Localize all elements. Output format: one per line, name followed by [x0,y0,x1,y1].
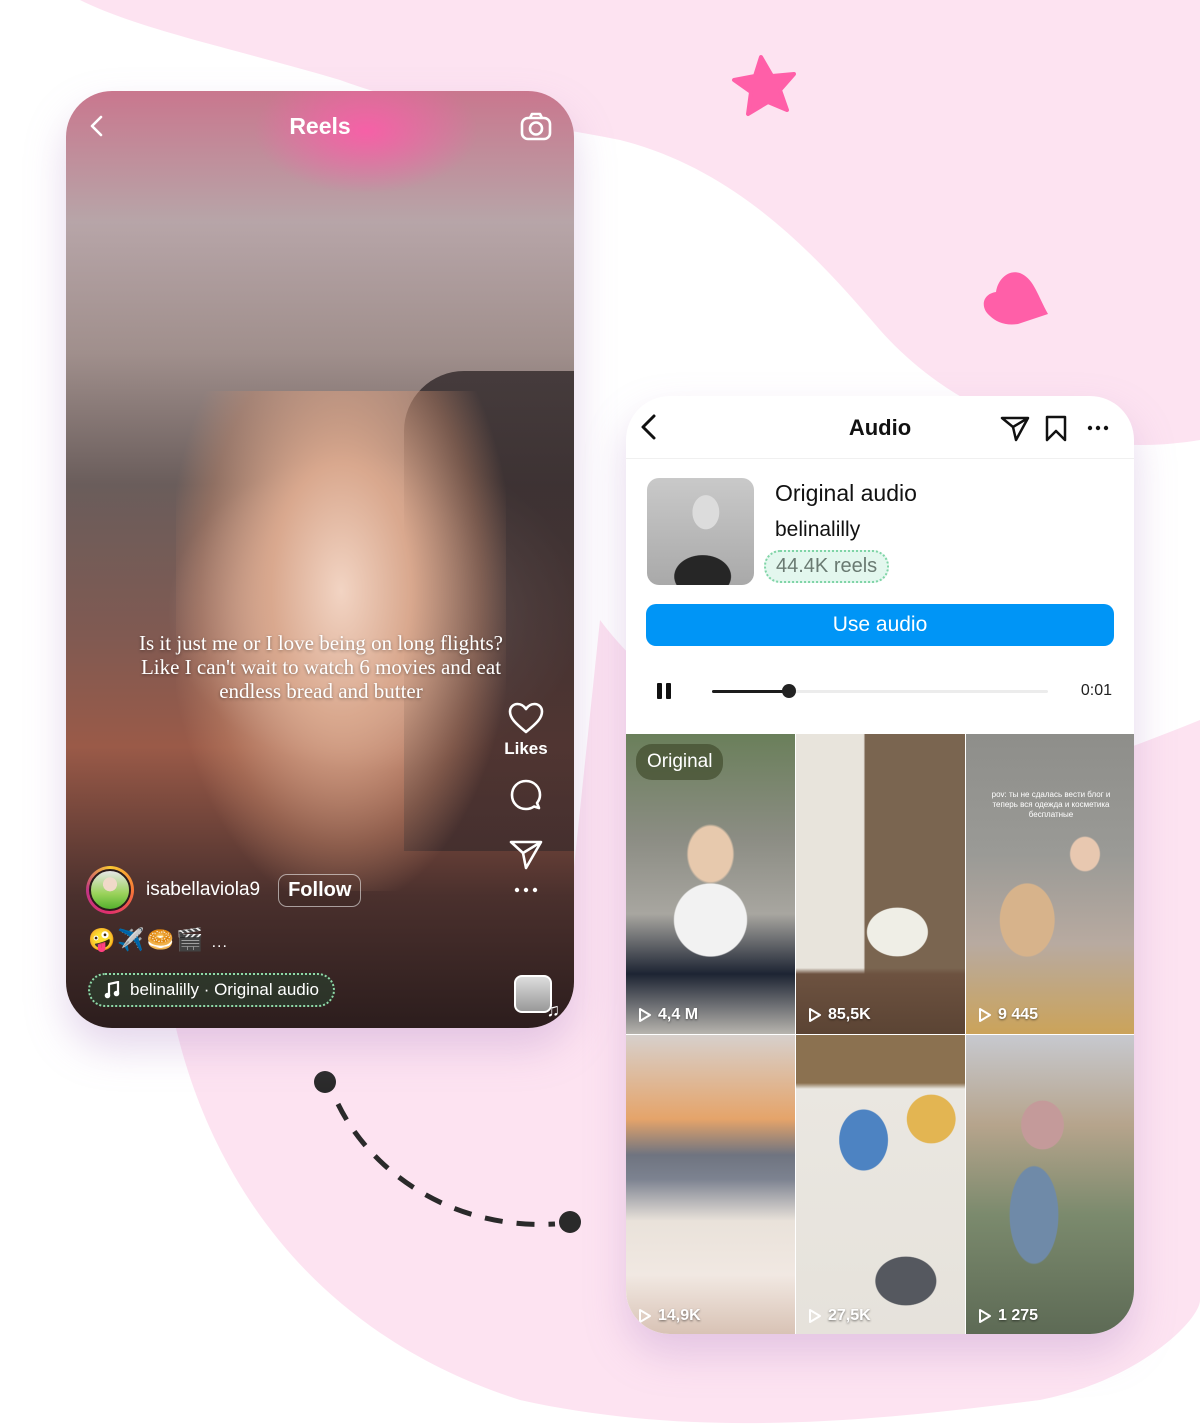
view-count-value: 27,5K [828,1307,871,1324]
audio-player: 0:01 [626,672,1134,712]
play-icon [809,1008,821,1022]
more-button[interactable] [496,885,556,895]
view-count: 14,9K [638,1307,701,1325]
author-username[interactable]: isabellaviola9 [146,879,260,901]
use-audio-button[interactable]: Use audio [646,604,1114,646]
audio-cover-image [647,478,754,585]
connector-line [314,1071,581,1233]
pause-icon[interactable] [656,682,672,700]
progress-slider[interactable] [712,684,1048,698]
play-icon [809,1309,821,1323]
audio-chip-label: belinalilly · Original audio [130,980,319,999]
reel-thumbnail[interactable]: 14,9K [626,1035,795,1334]
view-count-value: 85,5K [828,1006,871,1023]
page-title: Reels [289,113,351,139]
original-badge: Original [636,744,724,780]
comment-button[interactable] [496,777,556,815]
send-icon[interactable] [1000,414,1030,442]
reel-thumbnail[interactable]: 85,5K [796,734,965,1034]
avatar[interactable] [86,866,134,914]
reels-screen: Reels Is it just me or I love being on l… [66,91,574,1028]
view-count: 9 445 [978,1006,1038,1024]
caption-emojis[interactable]: 🤪✈️🥯🎬... [88,927,228,953]
view-count-value: 14,9K [658,1307,701,1324]
heart-icon [983,272,1048,325]
bookmark-icon[interactable] [1042,414,1070,442]
like-button[interactable]: Likes [496,701,556,759]
play-icon [639,1309,651,1323]
send-icon [509,840,543,870]
progress-fill [712,690,790,693]
audio-header: Audio [626,396,1134,459]
reels-header: Reels [66,107,574,147]
track-artist[interactable]: belinalilly [775,518,860,542]
music-note-icon [104,981,120,999]
audio-thumbnail[interactable]: ♫ [514,975,560,1020]
emoji-text: 🤪✈️🥯🎬 [88,927,206,952]
reel-thumbnail[interactable]: pov: ты не сдалась вести блог и теперь в… [966,734,1134,1034]
thumbnail-overlay [796,734,965,1034]
view-count: 4,4 M [638,1006,698,1024]
view-count-value: 1 275 [998,1307,1039,1324]
view-count-value: 4,4 M [658,1006,699,1023]
reel-thumbnail[interactable]: 27,5K [796,1035,965,1334]
follow-button[interactable]: Follow [278,873,362,907]
more-horizontal-icon[interactable] [1086,414,1110,442]
track-title: Original audio [775,480,917,506]
play-icon [979,1309,991,1323]
side-actions: Likes [496,701,556,895]
reel-thumbnail[interactable]: Original 4,4 M [626,734,795,1034]
comment-icon [510,779,542,811]
view-count: 27,5K [808,1307,871,1325]
play-icon [979,1008,991,1022]
video-caption: Is it just me or I love being on long fl… [139,631,503,703]
caption-more[interactable]: ... [212,934,228,951]
more-icon [514,887,538,893]
avatar-image [89,869,131,911]
music-note-icon: ♫ [546,1000,561,1020]
star-icon [732,55,796,116]
play-icon [639,1008,651,1022]
view-count-value: 9 445 [998,1006,1039,1023]
author-row: isabellaviola9 Follow [86,866,362,914]
reels-count-badge: 44.4K reels [764,550,890,583]
view-count: 85,5K [808,1006,871,1024]
camera-icon[interactable] [518,109,554,145]
progress-handle[interactable] [782,684,797,698]
share-button[interactable] [496,837,556,871]
reel-thumbnail[interactable]: 1 275 [966,1035,1134,1334]
playback-time: 0:01 [1080,682,1112,699]
audio-screen: Audio Original audio belinalilly 44.4K r… [626,396,1134,1334]
reels-grid: Original 4,4 M 85,5K pov: ты не сдалась … [626,734,1134,1334]
thumbnail-caption: pov: ты не сдалась вести блог и теперь в… [991,790,1111,819]
heart-icon [508,702,544,734]
view-count: 1 275 [978,1307,1038,1325]
likes-label: Likes [504,739,548,758]
audio-chip[interactable]: belinalilly · Original audio [88,973,335,1007]
